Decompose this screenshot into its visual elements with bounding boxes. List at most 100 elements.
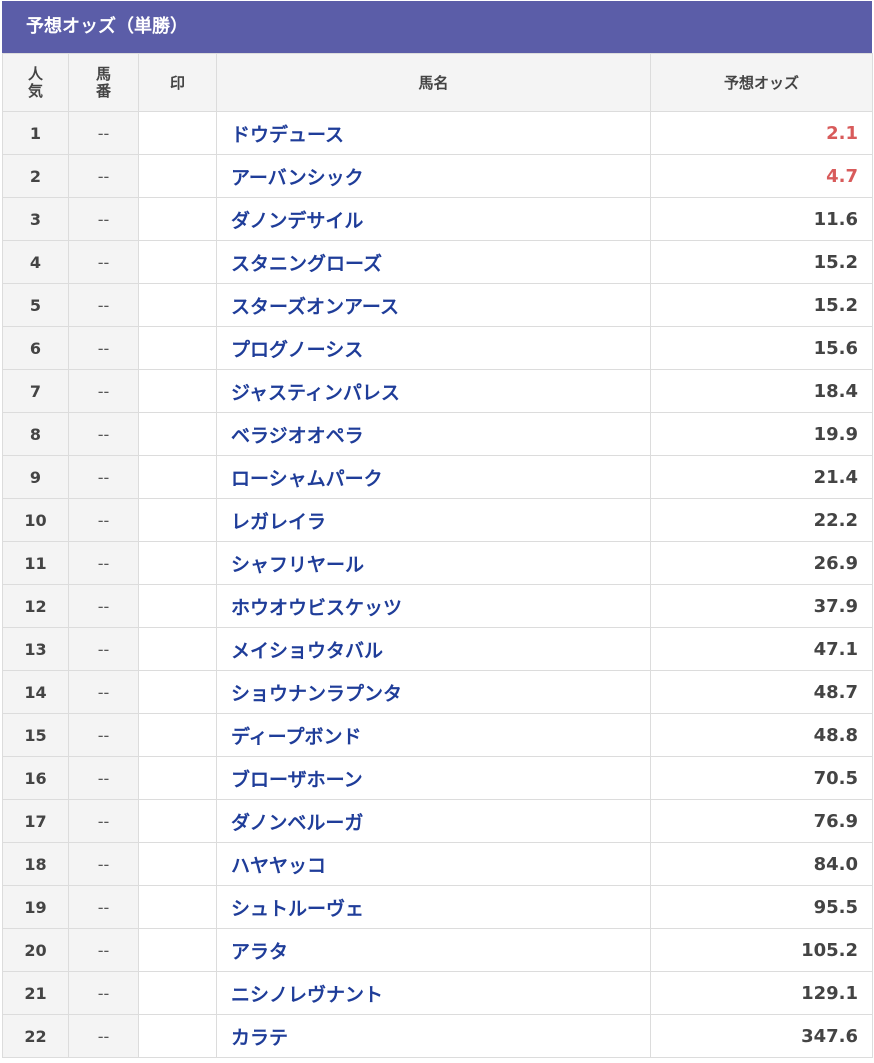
table-row: 14 -- ショウナンラプンタ 48.7 — [2, 670, 873, 714]
horse-name-link[interactable]: レガレイラ — [216, 498, 651, 542]
header-horse-name: 馬名 — [216, 53, 651, 112]
table-row: 15 -- ディープボンド 48.8 — [2, 713, 873, 757]
odds-table-body: 1 -- ドウデュース 2.1 2 -- アーバンシック 4.7 3 -- ダノンデサイル 11.6 4… — [2, 111, 873, 1058]
popularity-rank: 6 — [2, 326, 69, 370]
horse-name-link[interactable]: ディープボンド — [216, 713, 651, 757]
odds-value: 70.5 — [650, 756, 873, 800]
table-row: 18 -- ハヤヤッコ 84.0 — [2, 842, 873, 886]
horse-name-link[interactable]: ベラジオオペラ — [216, 412, 651, 456]
horse-name-link[interactable]: ブローザホーン — [216, 756, 651, 800]
horse-name-link[interactable]: ニシノレヴナント — [216, 971, 651, 1015]
prediction-mark — [138, 369, 217, 413]
horse-name-link[interactable]: ハヤヤッコ — [216, 842, 651, 886]
horse-name-link[interactable]: メイショウタバル — [216, 627, 651, 671]
horse-name-link[interactable]: アラタ — [216, 928, 651, 972]
horse-name-link[interactable]: ドウデュース — [216, 111, 651, 155]
prediction-mark — [138, 326, 217, 370]
table-row: 1 -- ドウデュース 2.1 — [2, 111, 873, 155]
horse-name-link[interactable]: ダノンデサイル — [216, 197, 651, 241]
horse-number: -- — [68, 455, 139, 499]
horse-name-link[interactable]: シュトルーヴェ — [216, 885, 651, 929]
odds-value: 129.1 — [650, 971, 873, 1015]
odds-value: 47.1 — [650, 627, 873, 671]
header-row: 人 気 馬 番 印 馬名 予想オッズ — [2, 53, 873, 112]
popularity-rank: 3 — [2, 197, 69, 241]
prediction-mark — [138, 541, 217, 585]
horse-number: -- — [68, 369, 139, 413]
header-popularity-line2: 気 — [27, 81, 43, 100]
table-row: 22 -- カラテ 347.6 — [2, 1014, 873, 1058]
popularity-rank: 21 — [2, 971, 69, 1015]
header-popularity-line1: 人 — [27, 64, 43, 83]
horse-number: -- — [68, 283, 139, 327]
popularity-rank: 15 — [2, 713, 69, 757]
popularity-rank: 18 — [2, 842, 69, 886]
table-row: 8 -- ベラジオオペラ 19.9 — [2, 412, 873, 456]
table-row: 17 -- ダノンベルーガ 76.9 — [2, 799, 873, 843]
horse-number: -- — [68, 1014, 139, 1058]
header-horse-number-line2: 番 — [95, 81, 111, 100]
table-row: 3 -- ダノンデサイル 11.6 — [2, 197, 873, 241]
horse-number: -- — [68, 326, 139, 370]
horse-number: -- — [68, 971, 139, 1015]
odds-value: 48.8 — [650, 713, 873, 757]
horse-name-link[interactable]: アーバンシック — [216, 154, 651, 198]
horse-number: -- — [68, 842, 139, 886]
popularity-rank: 17 — [2, 799, 69, 843]
popularity-rank: 12 — [2, 584, 69, 628]
header-popularity: 人 気 — [2, 53, 69, 112]
popularity-rank: 8 — [2, 412, 69, 456]
odds-value: 15.2 — [650, 283, 873, 327]
prediction-mark — [138, 455, 217, 499]
prediction-mark — [138, 283, 217, 327]
horse-name-link[interactable]: ダノンベルーガ — [216, 799, 651, 843]
popularity-rank: 22 — [2, 1014, 69, 1058]
popularity-rank: 9 — [2, 455, 69, 499]
table-row: 4 -- スタニングローズ 15.2 — [2, 240, 873, 284]
table-row: 16 -- ブローザホーン 70.5 — [2, 756, 873, 800]
popularity-rank: 16 — [2, 756, 69, 800]
table-row: 6 -- プログノーシス 15.6 — [2, 326, 873, 370]
horse-number: -- — [68, 928, 139, 972]
table-row: 21 -- ニシノレヴナント 129.1 — [2, 971, 873, 1015]
table-row: 20 -- アラタ 105.2 — [2, 928, 873, 972]
odds-value: 48.7 — [650, 670, 873, 714]
horse-name-link[interactable]: スタニングローズ — [216, 240, 651, 284]
prediction-mark — [138, 240, 217, 284]
horse-name-link[interactable]: ホウオウビスケッツ — [216, 584, 651, 628]
prediction-mark — [138, 928, 217, 972]
odds-table: 人 気 馬 番 印 馬名 予想オッズ 1 -- ドウデュース 2.1 2 -- アーバンシッ… — [2, 53, 873, 1058]
popularity-rank: 5 — [2, 283, 69, 327]
odds-value: 26.9 — [650, 541, 873, 585]
odds-value: 105.2 — [650, 928, 873, 972]
table-row: 5 -- スターズオンアース 15.2 — [2, 283, 873, 327]
header-odds: 予想オッズ — [650, 53, 873, 112]
prediction-mark — [138, 799, 217, 843]
popularity-rank: 19 — [2, 885, 69, 929]
popularity-rank: 4 — [2, 240, 69, 284]
horse-number: -- — [68, 240, 139, 284]
horse-number: -- — [68, 111, 139, 155]
odds-value: 347.6 — [650, 1014, 873, 1058]
horse-number: -- — [68, 627, 139, 671]
prediction-mark — [138, 971, 217, 1015]
popularity-rank: 20 — [2, 928, 69, 972]
horse-name-link[interactable]: ショウナンラプンタ — [216, 670, 651, 714]
odds-panel: 予想オッズ（単勝） 人 気 馬 番 印 馬名 予想オッズ 1 -- ドウデュース… — [2, 1, 873, 1058]
horse-number: -- — [68, 799, 139, 843]
odds-value: 84.0 — [650, 842, 873, 886]
horse-name-link[interactable]: ジャスティンパレス — [216, 369, 651, 413]
horse-name-link[interactable]: カラテ — [216, 1014, 651, 1058]
horse-name-link[interactable]: シャフリヤール — [216, 541, 651, 585]
horse-name-link[interactable]: ローシャムパーク — [216, 455, 651, 499]
prediction-mark — [138, 197, 217, 241]
odds-value: 15.2 — [650, 240, 873, 284]
horse-number: -- — [68, 154, 139, 198]
horse-number: -- — [68, 670, 139, 714]
popularity-rank: 13 — [2, 627, 69, 671]
prediction-mark — [138, 498, 217, 542]
horse-name-link[interactable]: スターズオンアース — [216, 283, 651, 327]
horse-name-link[interactable]: プログノーシス — [216, 326, 651, 370]
prediction-mark — [138, 842, 217, 886]
horse-number: -- — [68, 412, 139, 456]
